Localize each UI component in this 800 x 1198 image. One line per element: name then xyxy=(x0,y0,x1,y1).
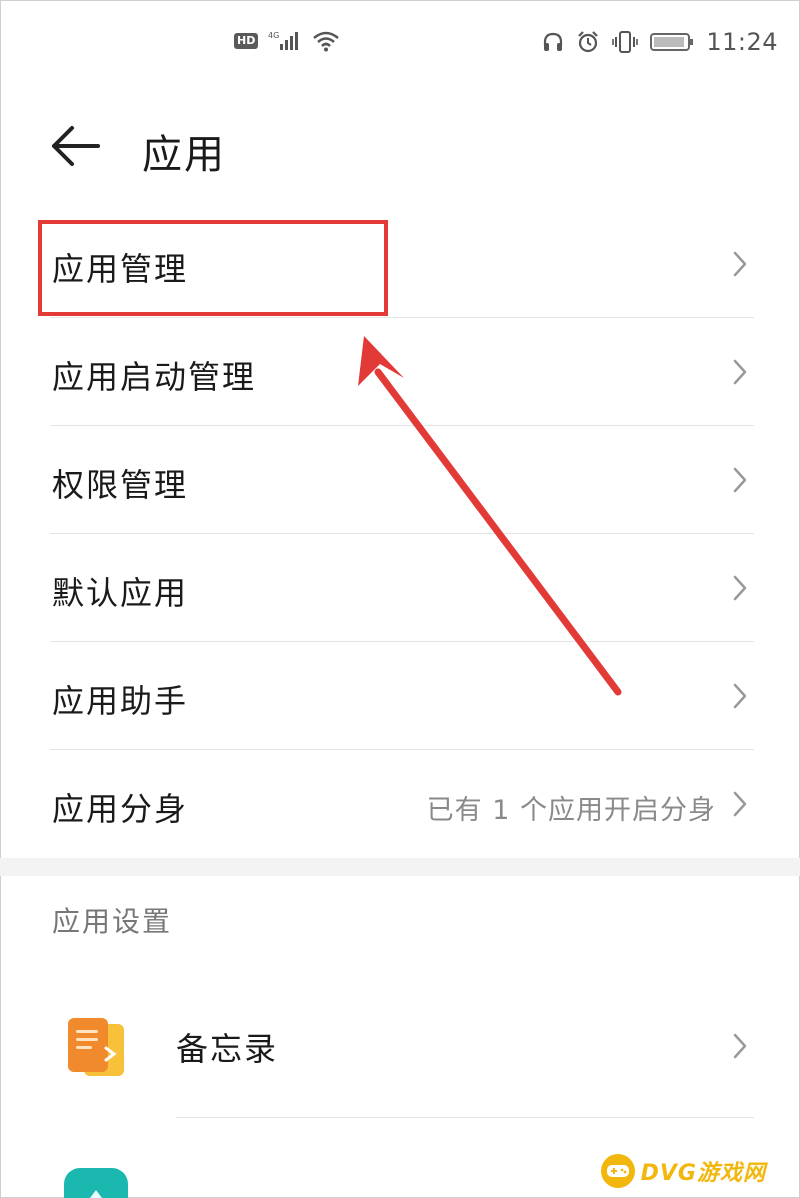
watermark: DVG游戏网 xyxy=(600,1154,766,1188)
annotation-arrow xyxy=(358,336,622,696)
watermark-text: DVG游戏网 xyxy=(640,1161,766,1186)
gamepad-icon xyxy=(600,1154,635,1188)
